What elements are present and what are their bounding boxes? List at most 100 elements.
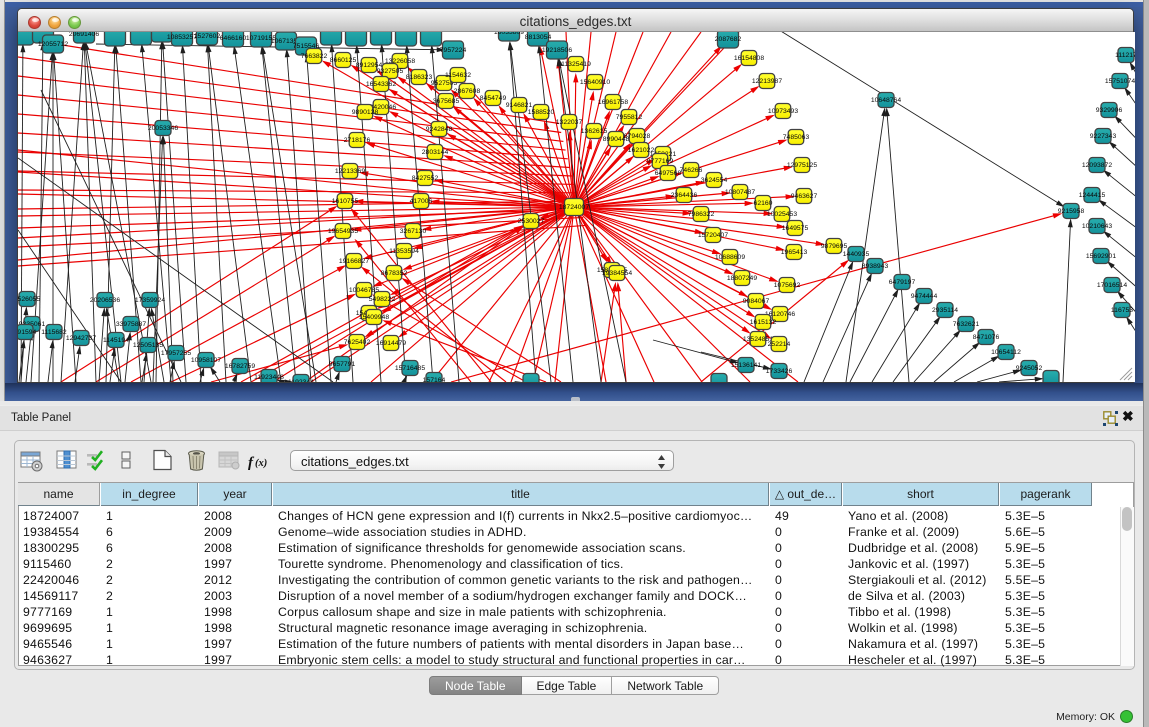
svg-text:19166827: 19166827 [339, 258, 369, 265]
svg-text:1965413: 1965413 [781, 249, 808, 256]
svg-text:9227343: 9227343 [1090, 133, 1117, 140]
svg-text:1145194: 1145194 [103, 337, 129, 344]
svg-text:11923448: 11923448 [254, 374, 284, 381]
svg-text:8938943: 8938943 [862, 263, 889, 270]
svg-text:6794028: 6794028 [624, 133, 651, 140]
svg-text:16914479: 16914479 [376, 340, 406, 347]
svg-text:8813054: 8813054 [525, 34, 552, 41]
svg-text:15136141: 15136141 [731, 362, 761, 369]
svg-text:1733426: 1733426 [766, 368, 793, 375]
svg-text:157164: 157164 [423, 377, 446, 382]
svg-text:15720407: 15720407 [698, 232, 728, 239]
svg-text:(x): (x) [255, 458, 267, 469]
svg-text:252214: 252214 [768, 341, 791, 348]
svg-text:10648764: 10648764 [871, 97, 901, 104]
svg-text:62160: 62160 [754, 200, 773, 207]
svg-text:1588520: 1588520 [528, 109, 555, 116]
svg-text:1075692: 1075692 [774, 282, 801, 289]
svg-text:9890128: 9890128 [352, 109, 379, 116]
svg-text:16033809: 16033809 [494, 32, 524, 36]
svg-text:20691406: 20691406 [69, 32, 99, 38]
svg-text:1192344: 1192344 [288, 379, 314, 382]
svg-text:1154632: 1154632 [445, 72, 471, 79]
svg-text:9879695: 9879695 [821, 243, 848, 250]
svg-text:7986322: 7986322 [688, 211, 715, 218]
svg-text:3624554: 3624554 [701, 177, 728, 184]
svg-text:7632621: 7632621 [953, 321, 980, 328]
svg-text:10025453: 10025453 [767, 211, 797, 218]
svg-text:12975125: 12975125 [787, 162, 817, 169]
svg-text:20053346: 20053346 [148, 125, 178, 132]
svg-text:15751074: 15751074 [1105, 78, 1135, 85]
svg-text:f: f [248, 455, 255, 471]
svg-text:3675685: 3675685 [433, 98, 460, 105]
svg-text:8454749: 8454749 [480, 95, 507, 102]
svg-text:417006: 417006 [410, 198, 433, 205]
svg-text:9329906: 9329906 [1096, 107, 1123, 114]
svg-text:2530027: 2530027 [518, 218, 545, 225]
svg-text:9242848: 9242848 [426, 126, 453, 133]
svg-text:1362615: 1362615 [581, 128, 608, 135]
svg-text:12055712: 12055712 [38, 41, 68, 48]
svg-text:8186323: 8186323 [406, 74, 433, 81]
svg-text:12093872: 12093872 [1082, 162, 1112, 169]
svg-text:6466160: 6466160 [220, 35, 247, 42]
svg-text:33975887: 33975887 [116, 321, 146, 328]
svg-text:1649575: 1649575 [782, 225, 809, 232]
svg-text:1610755: 1610755 [332, 198, 359, 205]
svg-text:5498222: 5498222 [369, 296, 396, 303]
svg-text:16961758: 16961758 [598, 99, 628, 106]
svg-text:10688609: 10688609 [715, 254, 745, 261]
svg-text:9463627: 9463627 [791, 193, 818, 200]
svg-text:12213369: 12213369 [335, 168, 365, 175]
svg-text:9146821: 9146821 [506, 102, 533, 109]
svg-text:1322037: 1322037 [556, 119, 583, 126]
svg-text:1527602: 1527602 [194, 33, 221, 40]
svg-text:11325419: 11325419 [561, 61, 591, 68]
svg-text:16782759: 16782759 [225, 363, 255, 370]
svg-text:2364436: 2364436 [671, 192, 698, 199]
svg-text:391594: 391594 [18, 329, 37, 336]
svg-text:10807487: 10807487 [725, 189, 755, 196]
svg-text:746266: 746266 [680, 167, 703, 174]
svg-text:8660125: 8660125 [330, 57, 357, 64]
svg-text:7625402: 7625402 [344, 339, 371, 346]
svg-text:17359924: 17359924 [135, 297, 165, 304]
svg-text:10654112: 10654112 [991, 349, 1021, 356]
svg-text:19384554: 19384554 [602, 270, 632, 277]
svg-text:18724007: 18724007 [559, 204, 589, 211]
svg-text:6479197: 6479197 [889, 279, 916, 286]
svg-text:111217: 111217 [1115, 52, 1135, 59]
svg-text:2718176: 2718176 [344, 137, 371, 144]
svg-text:16543362: 16543362 [366, 81, 396, 88]
svg-text:8471076: 8471076 [973, 334, 1000, 341]
svg-text:1615132: 1615132 [750, 319, 777, 326]
svg-text:11353594: 11353594 [389, 248, 419, 255]
svg-text:12213987: 12213987 [752, 78, 782, 85]
svg-text:9084067: 9084067 [743, 298, 770, 305]
svg-text:10958107: 10958107 [191, 357, 221, 364]
svg-text:18807249: 18807249 [727, 275, 757, 282]
svg-text:10973493: 10973493 [768, 108, 798, 115]
svg-text:15409948: 15409948 [359, 314, 389, 321]
svg-text:16154808: 16154808 [734, 55, 764, 62]
svg-text:7957224: 7957224 [440, 47, 467, 54]
svg-text:17016514: 17016514 [1097, 282, 1127, 289]
svg-text:8678352: 8678352 [381, 270, 408, 277]
svg-text:2803144: 2803144 [422, 149, 449, 156]
svg-text:20206536: 20206536 [90, 297, 120, 304]
svg-text:15640910: 15640910 [580, 79, 610, 86]
svg-text:2526055: 2526055 [18, 296, 40, 303]
svg-text:7955812: 7955812 [616, 114, 643, 121]
svg-text:9327505: 9327505 [377, 68, 404, 75]
svg-text:19218506: 19218506 [542, 47, 572, 54]
svg-text:2935114: 2935114 [932, 307, 958, 314]
svg-text:15692901: 15692901 [1086, 253, 1116, 260]
svg-text:10210643: 10210643 [1082, 223, 1112, 230]
svg-text:7485063: 7485063 [783, 134, 810, 141]
svg-text:10853257: 10853257 [167, 34, 197, 41]
svg-text:9245052: 9245052 [1016, 365, 1043, 372]
svg-text:1244415: 1244415 [1079, 192, 1106, 199]
svg-text:1115682: 1115682 [41, 329, 67, 336]
svg-text:17957255: 17957255 [161, 350, 191, 357]
